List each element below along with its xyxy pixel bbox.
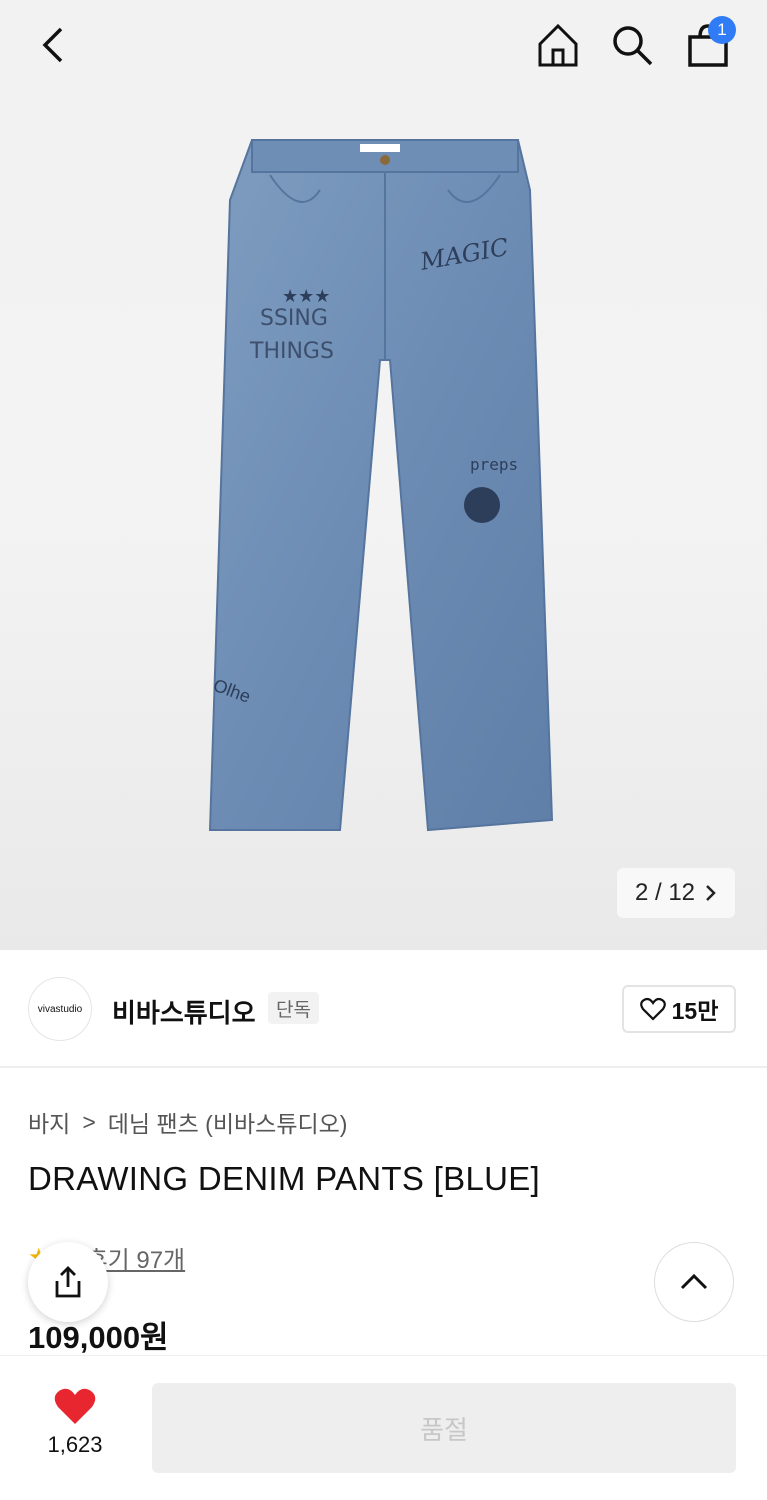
brand-like-button[interactable]: 15만 xyxy=(622,985,736,1033)
brand-like-count: 15만 xyxy=(671,998,719,1024)
product-price: 109,000원 xyxy=(28,1320,169,1355)
product-title: DRAWING DENIM PANTS [BLUE] xyxy=(28,1160,541,1197)
chevron-left-icon xyxy=(42,27,63,63)
wishlist-button[interactable]: 1,623 xyxy=(30,1386,120,1466)
brand-logo[interactable]: vivastudio xyxy=(28,977,92,1041)
chevron-right-icon xyxy=(706,885,716,901)
image-pager[interactable]: 2 / 12 xyxy=(617,868,735,918)
cart-button[interactable]: 1 xyxy=(682,16,736,70)
breadcrumb: 바지 > 데님 팬츠 (비바스튜디오) xyxy=(28,1105,347,1139)
home-button[interactable] xyxy=(534,20,582,70)
heart-outline-icon xyxy=(639,997,666,1021)
svg-text:SSING: SSING xyxy=(260,306,328,331)
brand-name[interactable]: 비바스튜디오 xyxy=(112,993,256,1030)
svg-text:preps: preps xyxy=(470,455,518,474)
brand-row: vivastudio 비바스튜디오 단독 15만 xyxy=(0,950,767,1068)
scroll-to-top-button[interactable] xyxy=(654,1242,734,1322)
chevron-up-icon xyxy=(680,1273,708,1290)
cart-count-badge: 1 xyxy=(708,16,736,44)
breadcrumb-category[interactable]: 바지 xyxy=(28,1105,70,1139)
svg-text:★★★: ★★★ xyxy=(282,286,330,306)
wishlist-count: 1,623 xyxy=(47,1432,103,1457)
share-icon xyxy=(55,1266,81,1298)
back-button[interactable] xyxy=(30,22,76,68)
denim-pants-image: MAGIC SSING THINGS ★★★ preps Olhe xyxy=(208,139,554,832)
home-icon xyxy=(538,23,578,67)
search-button[interactable] xyxy=(608,20,656,70)
search-icon xyxy=(613,26,653,66)
pager-label: 2 / 12 xyxy=(634,879,696,906)
sold-out-button[interactable]: 품절 xyxy=(152,1383,736,1473)
breadcrumb-subcategory[interactable]: 데님 팬츠 (비바스튜디오) xyxy=(108,1105,348,1139)
top-navigation-bar: 1 xyxy=(0,0,767,95)
svg-text:THINGS: THINGS xyxy=(249,339,334,364)
exclusive-badge: 단독 xyxy=(268,992,319,1024)
breadcrumb-separator: > xyxy=(82,1108,96,1135)
brand-logo-text: vivastudio xyxy=(37,1003,83,1015)
bottom-action-bar: 1,623 품절 xyxy=(0,1355,767,1500)
share-button[interactable] xyxy=(28,1242,108,1322)
heart-filled-icon xyxy=(54,1388,96,1424)
product-image-gallery[interactable]: MAGIC SSING THINGS ★★★ preps Olhe 2 / 12 xyxy=(0,0,767,950)
